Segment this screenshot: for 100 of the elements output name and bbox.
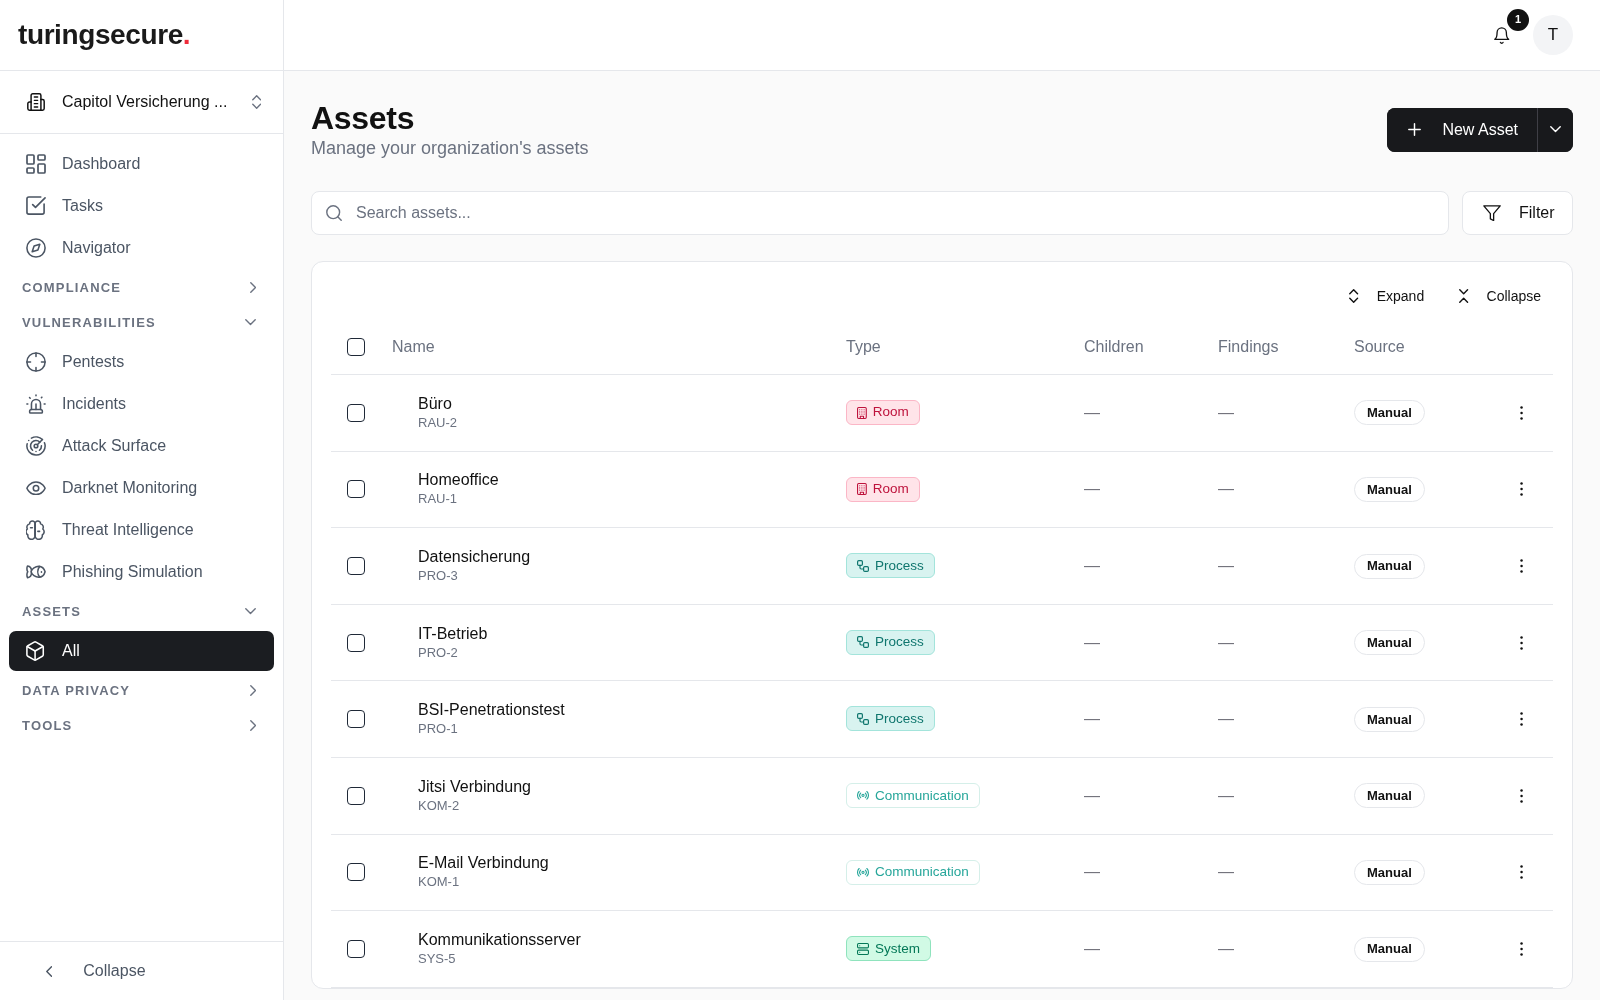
type-label: Process <box>875 709 924 728</box>
row-checkbox[interactable] <box>347 557 365 575</box>
workflow-icon <box>857 636 869 649</box>
dots-vertical-icon <box>1519 788 1524 803</box>
dots-vertical-icon <box>1519 482 1524 497</box>
nav-link[interactable]: Phishing Simulation <box>9 552 274 592</box>
dots-vertical-icon <box>1519 941 1524 956</box>
chevron-down-icon <box>1550 126 1561 133</box>
type-label: Communication <box>875 863 969 882</box>
findings-value: — <box>1218 480 1234 498</box>
funnel-icon <box>1483 204 1501 222</box>
asset-id: PRO-3 <box>418 567 458 585</box>
nav-link[interactable]: Incidents <box>9 384 274 424</box>
asset-name: Kommunikationsserver <box>418 929 581 950</box>
findings-value: — <box>1218 863 1234 881</box>
asset-name: Homeoffice <box>418 470 499 491</box>
signal-waves-icon <box>857 868 869 877</box>
bell-icon <box>1494 26 1510 44</box>
page-subtitle: Manage your organization's assets <box>311 137 589 160</box>
children-value: — <box>1084 786 1100 804</box>
expand-button[interactable]: Expand <box>1337 282 1437 310</box>
type-label: Room <box>872 480 909 498</box>
asset-name: Datensicherung <box>418 547 531 567</box>
findings-value: — <box>1218 710 1234 728</box>
nav-link[interactable]: Navigator <box>9 228 274 268</box>
findings-value: — <box>1218 786 1234 804</box>
server-icon <box>857 942 869 955</box>
children-value: — <box>1084 863 1100 881</box>
type-label: Process <box>875 556 924 575</box>
row-checkbox[interactable] <box>347 403 365 422</box>
findings-value: — <box>1218 939 1234 957</box>
type-label: Communication <box>875 786 969 805</box>
column-header: Findings <box>1218 338 1279 355</box>
chevrons-up-down-icon <box>251 95 261 109</box>
section-toggle[interactable]: DATA PRIVACY <box>0 673 283 708</box>
page-title: Assets <box>311 99 416 137</box>
crosshair-icon <box>25 352 46 372</box>
dots-vertical-icon <box>1519 712 1524 727</box>
workflow-icon <box>857 712 869 725</box>
row-checkbox[interactable] <box>347 480 365 499</box>
section-toggle[interactable]: ASSETS <box>0 594 283 629</box>
select-all-checkbox[interactable] <box>347 338 365 356</box>
building-icon <box>27 93 45 111</box>
findings-value: — <box>1218 633 1234 651</box>
nav-link[interactable]: All <box>9 631 274 671</box>
row-checkbox[interactable] <box>347 786 365 805</box>
plus-icon <box>1408 123 1422 136</box>
column-header: Name <box>392 338 435 355</box>
children-value: — <box>1084 710 1100 728</box>
children-value: — <box>1084 557 1100 574</box>
children-value: — <box>1084 939 1100 957</box>
notification-count: 1 <box>1507 8 1529 31</box>
section-toggle[interactable]: TOOLS <box>0 708 283 743</box>
row-checkbox[interactable] <box>347 633 365 652</box>
nav-link[interactable]: Tasks <box>9 186 274 226</box>
eye-icon <box>25 480 46 496</box>
asset-id: RAU-1 <box>418 490 457 509</box>
workflow-icon <box>857 559 869 572</box>
section-toggle[interactable]: COMPLIANCE <box>0 270 283 305</box>
sidebar-collapse-button[interactable]: Collapse <box>0 959 146 983</box>
user-avatar[interactable]: T <box>1533 15 1573 55</box>
asset-id: KOM-2 <box>418 796 460 815</box>
nav-link[interactable]: Darknet Monitoring <box>9 468 274 508</box>
square-check-icon <box>25 196 46 216</box>
column-header: Source <box>1354 338 1405 355</box>
collapse-button[interactable]: Collapse <box>1447 282 1553 310</box>
type-label: System <box>875 939 920 958</box>
search-icon <box>326 205 342 221</box>
asset-name: E-Mail Verbindung <box>418 853 549 874</box>
chevrons-up-down-icon <box>1349 289 1359 303</box>
siren-icon <box>25 394 46 414</box>
column-header: Type <box>846 338 881 355</box>
asset-name: IT-Betrieb <box>418 623 488 644</box>
asset-name: Jitsi Verbindung <box>418 776 531 797</box>
findings-value: — <box>1218 557 1234 574</box>
chevron-left-icon <box>46 965 53 977</box>
nav-link[interactable]: Attack Surface <box>9 426 274 466</box>
nav-link[interactable]: Dashboard <box>9 144 274 184</box>
row-checkbox[interactable] <box>347 710 365 729</box>
nav-link[interactable]: Pentests <box>9 342 274 382</box>
cube-icon <box>26 641 45 661</box>
section-toggle[interactable]: VULNERABILITIES <box>0 305 283 340</box>
asset-id: PRO-1 <box>418 720 458 739</box>
type-label: Room <box>872 403 909 422</box>
type-label: Process <box>875 633 924 652</box>
building-icon <box>857 406 867 419</box>
radar-icon <box>25 436 46 456</box>
new-asset-menu-button[interactable] <box>1537 107 1573 152</box>
dots-vertical-icon <box>1519 559 1524 573</box>
row-checkbox[interactable] <box>347 863 365 882</box>
grid-icon <box>25 154 46 174</box>
dots-vertical-icon <box>1519 405 1524 420</box>
search-field[interactable]: Search assets... <box>311 191 1449 235</box>
row-checkbox[interactable] <box>347 939 365 958</box>
filter-button[interactable]: Filter <box>1462 191 1573 235</box>
brain-icon <box>26 520 45 540</box>
asset-id: SYS-5 <box>418 949 456 968</box>
children-value: — <box>1084 633 1100 651</box>
children-value: — <box>1084 480 1100 498</box>
nav-link[interactable]: Threat Intelligence <box>9 510 274 550</box>
